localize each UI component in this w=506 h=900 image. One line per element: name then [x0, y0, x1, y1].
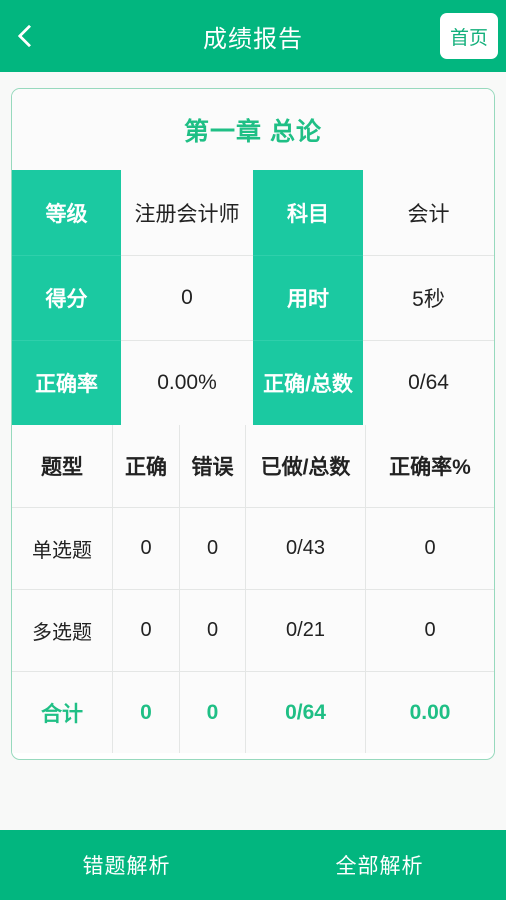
screen-root: 成绩报告 首页 第一章 总论 等级 注册会计师 科目 会计 得分 0 用时 5秒… — [0, 0, 506, 900]
info-label-time-used: 用时 — [253, 255, 363, 340]
total-correct: 0 — [112, 672, 179, 753]
cell-accuracy-pct: 0 — [365, 508, 494, 589]
question-type-table: 题型 正确 错误 已做/总数 正确率% 单选题 0 0 0/43 0 多选题 0… — [12, 425, 494, 753]
column-header-done-total: 已做/总数 — [245, 425, 365, 507]
total-label: 合计 — [41, 702, 83, 726]
info-value-subject: 会计 — [363, 170, 494, 255]
all-questions-analysis-button[interactable]: 全部解析 — [253, 830, 506, 900]
info-label-score: 得分 — [12, 255, 121, 340]
total-wrong: 0 — [179, 672, 245, 753]
cell-wrong: 0 — [179, 590, 245, 671]
column-header-type: 题型 — [41, 456, 83, 479]
cell-correct: 0 — [112, 590, 179, 671]
page-title: 成绩报告 — [203, 25, 303, 53]
cell-wrong: 0 — [179, 508, 245, 589]
column-header-wrong: 错误 — [179, 425, 245, 507]
back-button[interactable] — [0, 0, 58, 72]
table-header-row: 题型 正确 错误 已做/总数 正确率% — [12, 425, 494, 507]
cell-accuracy-pct: 0 — [365, 590, 494, 671]
report-card: 第一章 总论 等级 注册会计师 科目 会计 得分 0 用时 5秒 正确率 0.0… — [11, 88, 495, 760]
table-total-row: 合计 0 0 0/64 0.00 — [12, 671, 494, 753]
info-value-time-used: 5秒 — [363, 255, 494, 340]
cell-correct: 0 — [112, 508, 179, 589]
info-row: 得分 0 用时 5秒 — [12, 255, 494, 340]
info-label-grade: 等级 — [12, 170, 121, 255]
info-value-grade: 注册会计师 — [121, 170, 253, 255]
total-accuracy-pct: 0.00 — [365, 672, 494, 753]
summary-info-grid: 等级 注册会计师 科目 会计 得分 0 用时 5秒 正确率 0.00% 正确/总… — [12, 170, 494, 425]
info-row: 等级 注册会计师 科目 会计 — [12, 170, 494, 255]
chevron-left-icon — [17, 24, 41, 48]
cell-done-total: 0/43 — [245, 508, 365, 589]
cell-type: 多选题 — [32, 622, 92, 644]
info-value-accuracy: 0.00% — [121, 340, 253, 425]
info-label-subject: 科目 — [253, 170, 363, 255]
info-row: 正确率 0.00% 正确/总数 0/64 — [12, 340, 494, 425]
app-bar: 成绩报告 首页 — [0, 0, 506, 72]
column-header-accuracy-pct: 正确率% — [365, 425, 494, 507]
bottom-action-bar: 错题解析 全部解析 — [0, 830, 506, 900]
home-button[interactable]: 首页 — [440, 13, 498, 59]
info-value-score: 0 — [121, 255, 253, 340]
table-row: 单选题 0 0 0/43 0 — [12, 507, 494, 589]
info-label-accuracy: 正确率 — [12, 340, 121, 425]
table-row: 多选题 0 0 0/21 0 — [12, 589, 494, 671]
info-label-correct-total: 正确/总数 — [253, 340, 363, 425]
cell-done-total: 0/21 — [245, 590, 365, 671]
total-done-total: 0/64 — [245, 672, 365, 753]
column-header-correct: 正确 — [112, 425, 179, 507]
chapter-title: 第一章 总论 — [12, 89, 494, 170]
cell-type: 单选题 — [32, 540, 92, 562]
info-value-correct-total: 0/64 — [363, 340, 494, 425]
wrong-questions-analysis-button[interactable]: 错题解析 — [0, 830, 253, 900]
